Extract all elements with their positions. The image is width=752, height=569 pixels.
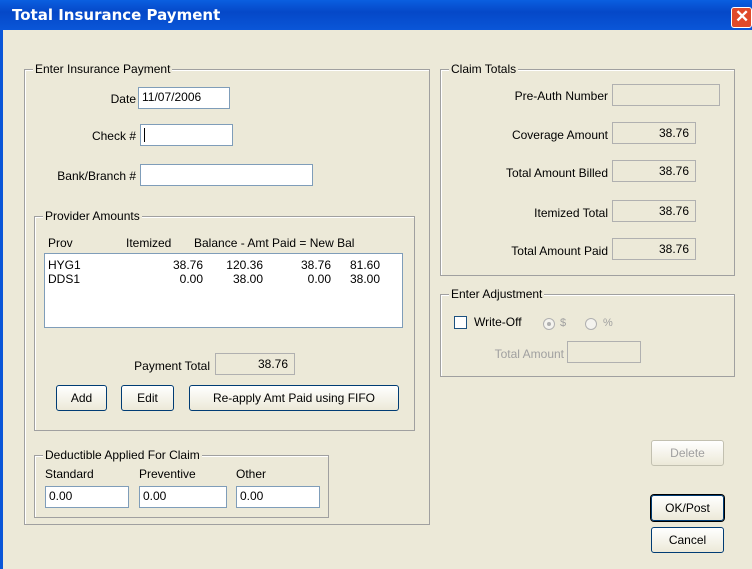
row-balance: 38.00 (232, 272, 263, 286)
standard-field[interactable]: 0.00 (45, 486, 129, 508)
coverage-label: Coverage Amount (511, 128, 608, 142)
check-label: Check # (91, 129, 136, 143)
billed-value: 38.76 (612, 160, 696, 182)
row-itemized: 0.00 (179, 272, 203, 286)
dollar-radio[interactable] (543, 318, 555, 330)
header-prov: Prov (48, 236, 73, 250)
payment-total-value: 38.76 (215, 353, 295, 375)
date-value: 11/07/2006 (142, 90, 202, 104)
row-newbal: 81.60 (349, 258, 380, 272)
row-paid: 38.76 (300, 258, 331, 272)
row-newbal: 38.00 (349, 272, 380, 286)
writeoff-checkbox[interactable] (454, 316, 467, 329)
payment-total-label: Payment Total (134, 359, 210, 373)
row-prov: DDS1 (48, 272, 81, 286)
claim-totals-legend: Claim Totals (449, 62, 519, 76)
row-paid: 0.00 (307, 272, 331, 286)
title-bar[interactable]: Total Insurance Payment ✕ (0, 0, 752, 30)
header-balance: Balance - Amt Paid = New Bal (194, 236, 355, 250)
preventive-label: Preventive (139, 467, 196, 481)
billed-label: Total Amount Billed (505, 166, 608, 180)
other-label: Other (236, 467, 267, 481)
reapply-fifo-button[interactable]: Re-apply Amt Paid using FIFO (189, 385, 399, 411)
standard-label: Standard (45, 467, 94, 481)
total-paid-value: 38.76 (612, 238, 696, 260)
close-button[interactable]: ✕ (731, 7, 752, 28)
deductible-legend: Deductible Applied For Claim (43, 448, 202, 462)
preauth-label: Pre-Auth Number (514, 89, 608, 103)
ok-post-button[interactable]: OK/Post (651, 495, 724, 521)
delete-button[interactable]: Delete (651, 440, 724, 466)
window-frame (0, 30, 3, 569)
check-number-field[interactable] (140, 124, 233, 146)
list-item[interactable]: DDS1 0.00 38.00 0.00 38.00 (45, 272, 402, 286)
row-itemized: 38.76 (172, 258, 203, 272)
adjustment-legend: Enter Adjustment (449, 287, 545, 301)
list-item[interactable]: HYG1 38.76 120.36 38.76 81.60 (45, 258, 402, 272)
edit-button[interactable]: Edit (121, 385, 174, 411)
other-field[interactable]: 0.00 (236, 486, 320, 508)
header-itemized: Itemized (126, 236, 172, 250)
coverage-value: 38.76 (612, 122, 696, 144)
provider-amounts-legend: Provider Amounts (43, 209, 142, 223)
preauth-field (612, 84, 720, 106)
bank-branch-field[interactable] (140, 164, 313, 186)
date-label: Date (110, 92, 136, 106)
text-caret (144, 127, 145, 142)
close-icon: ✕ (735, 7, 750, 26)
insurance-payment-legend: Enter Insurance Payment (33, 62, 173, 76)
percent-radio[interactable] (585, 318, 597, 330)
bank-branch-label: Bank/Branch # (57, 169, 136, 183)
date-field[interactable]: 11/07/2006 (138, 87, 230, 109)
adjustment-group: Enter Adjustment (440, 287, 735, 377)
row-prov: HYG1 (48, 258, 81, 272)
add-button[interactable]: Add (56, 385, 107, 411)
itemized-total-label: Itemized Total (534, 206, 608, 220)
total-amount-label: Total Amount (494, 347, 564, 361)
cancel-button[interactable]: Cancel (651, 527, 724, 553)
row-balance: 120.36 (226, 258, 263, 272)
writeoff-label: Write-Off (474, 315, 522, 329)
total-paid-label: Total Amount Paid (511, 244, 608, 258)
preventive-field[interactable]: 0.00 (139, 486, 227, 508)
dollar-label: $ (560, 317, 567, 329)
window-title: Total Insurance Payment (12, 6, 221, 24)
provider-list[interactable]: HYG1 38.76 120.36 38.76 81.60 DDS1 0.00 … (44, 253, 403, 328)
itemized-total-value: 38.76 (612, 200, 696, 222)
total-amount-field (567, 341, 641, 363)
percent-label: % (603, 317, 613, 329)
